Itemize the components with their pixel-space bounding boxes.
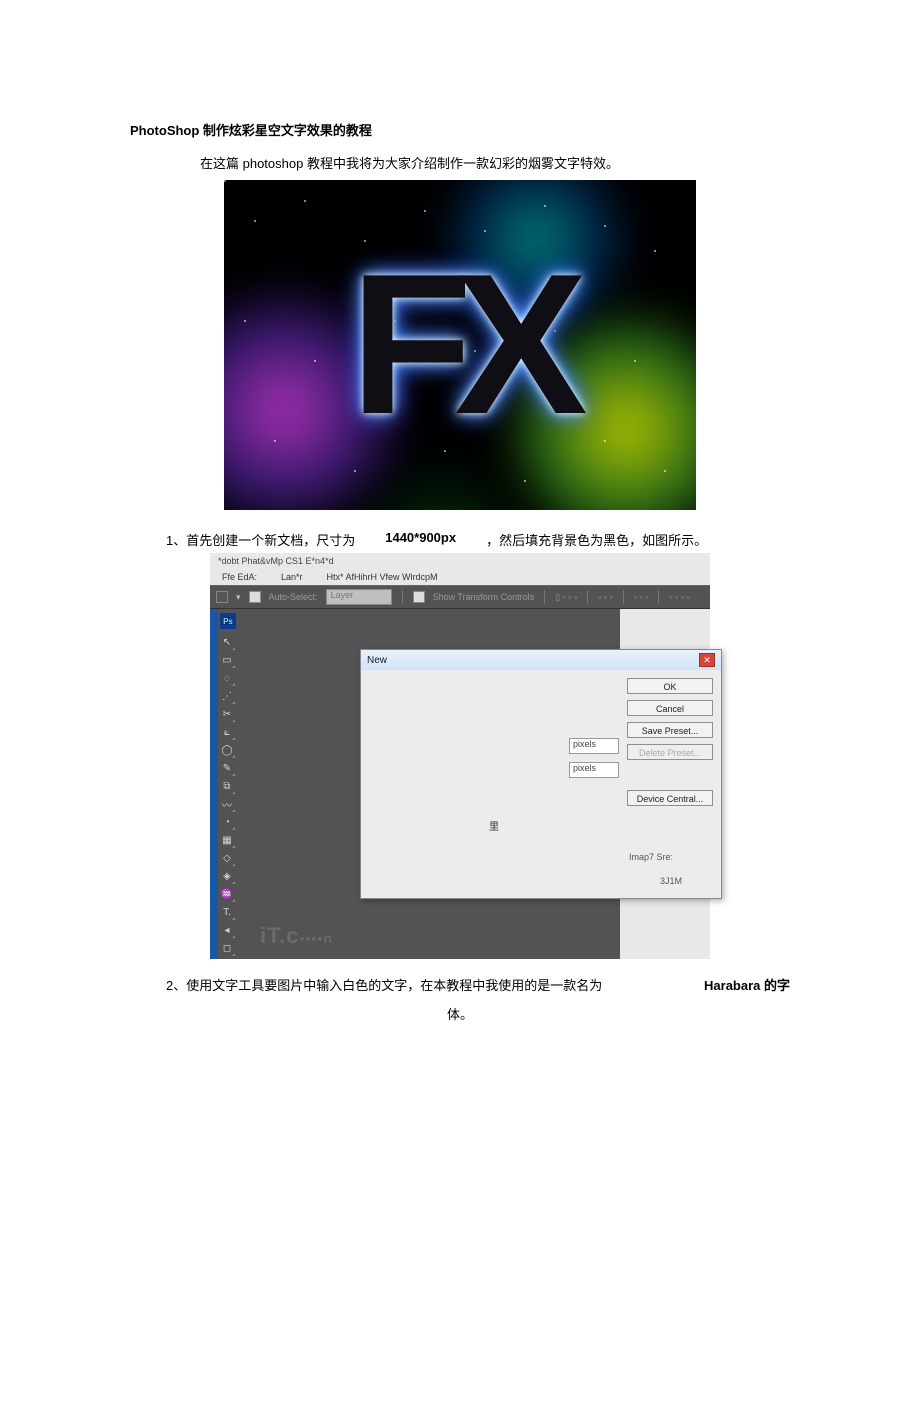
hero-result-image: FX — [224, 180, 696, 510]
align-cluster-1[interactable]: ▯ ▫ ▫ ▫ — [555, 592, 577, 603]
tool-eyedropper-icon[interactable]: ⟀ — [220, 725, 234, 739]
close-icon[interactable]: ✕ — [699, 653, 715, 667]
ok-button[interactable]: OK — [627, 678, 713, 694]
ps-options-bar: ▾ Auto-Select: Layer Show Transform Cont… — [210, 585, 710, 609]
new-dialog: New ✕ pixels pixels 里 — [360, 649, 722, 899]
tool-crop-icon[interactable]: ✂ — [220, 707, 234, 721]
tool-heal-icon[interactable]: ◯ — [220, 743, 234, 757]
hero-fx-text: FX — [224, 180, 696, 510]
ps-canvas: iT.c▪▪▪▪n New ✕ pixels pi — [240, 609, 620, 959]
tool-wand-icon[interactable]: ⋰ — [220, 689, 234, 703]
save-preset-button[interactable]: Save Preset... — [627, 722, 713, 738]
tool-marquee-icon[interactable]: ▭ — [220, 653, 234, 667]
step-2: 2、使用文字工具要图片中输入白色的文字，在本教程中我使用的是一款名为 Harab… — [166, 975, 790, 994]
tool-blur-icon[interactable]: ◇ — [220, 851, 234, 865]
align-cluster-2[interactable]: ▫ ▫ ▫ — [598, 592, 613, 602]
opt-sep-3 — [587, 590, 588, 604]
width-row: pixels — [369, 738, 619, 754]
opt-sep-2 — [544, 590, 545, 604]
step-1-size: 1440*900px — [385, 530, 456, 549]
autoselect-checkbox[interactable] — [249, 591, 261, 603]
tool-history-icon[interactable]: 〰 — [220, 797, 234, 811]
article-intro: 在这篇 photoshop 教程中我将为大家介绍制作一款幻彩的烟雾文字特效。 — [200, 153, 790, 172]
ps-body: Ps ↖ ▭ ◌ ⋰ ✂ ⟀ ◯ ✎ ⧉ 〰 ◔ ▦ ◇ ◈ ♒ T. ◂ ◻ — [210, 609, 710, 959]
step-1: 1、首先创建一个新文档，尺寸为 1440*900px ，然后填充背景色为黑色，如图… — [166, 530, 790, 549]
autoselect-label: Auto-Select: — [269, 592, 318, 602]
height-unit-dropdown[interactable]: pixels — [569, 762, 619, 778]
step-2-suffix: 体。 — [130, 1004, 790, 1023]
tool-type-icon[interactable]: T. — [220, 905, 234, 919]
dialog-imagesize-label: Imap7 Sre: — [627, 846, 713, 864]
showtransform-label: Show Transform Controls — [433, 592, 535, 602]
delete-preset-button: Delete Preset... — [627, 744, 713, 760]
ps-logo-icon: Ps — [220, 613, 236, 629]
menu-file[interactable]: Ffe EdA: — [222, 572, 257, 582]
document-page: PhotoShop 制作炫彩星空文字效果的教程 在这篇 photoshop 教程… — [0, 0, 920, 1423]
tool-brush-icon[interactable]: ✎ — [220, 761, 234, 775]
tool-stamp-icon[interactable]: ⧉ — [220, 779, 234, 793]
tool-shape-icon[interactable]: ◻ — [220, 941, 234, 955]
dialog-titlebar[interactable]: New ✕ — [361, 650, 721, 670]
step-2-fontname: Harabara 的字 — [704, 975, 790, 994]
autoselect-dropdown[interactable]: Layer — [326, 589, 392, 605]
dialog-buttons: OK Cancel Save Preset... Delete Preset..… — [627, 678, 713, 888]
move-tool-icon[interactable] — [216, 591, 228, 603]
height-row: pixels — [369, 762, 619, 778]
tool-eraser-icon[interactable]: ◔ — [220, 815, 234, 829]
tool-gradient-icon[interactable]: ▦ — [220, 833, 234, 847]
dialog-imagesize-value: 3J1M — [627, 870, 713, 888]
tool-dodge-icon[interactable]: ◈ — [220, 869, 234, 883]
ps-toolbar: Ps ↖ ▭ ◌ ⋰ ✂ ⟀ ◯ ✎ ⧉ 〰 ◔ ▦ ◇ ◈ ♒ T. ◂ ◻ — [218, 609, 240, 959]
opt-sep-4 — [623, 590, 624, 604]
watermark-main: iT.c — [260, 923, 299, 948]
dialog-note: 里 — [369, 818, 619, 833]
ps-title-text: *dobt Phat&vMp CS1 E*n4*d — [218, 556, 334, 566]
step-1-suffix: ，然后填充背景色为黑色，如图所示。 — [486, 530, 707, 549]
watermark: iT.c▪▪▪▪n — [260, 923, 333, 949]
opt-sep-5 — [658, 590, 659, 604]
dialog-fields: pixels pixels 里 — [369, 678, 619, 888]
ps-menubar: Ffe EdA: Lan*r Htx* AfHihrH Vfew WlrdcpM — [210, 569, 710, 585]
align-cluster-4[interactable]: ▫ ▫ ▫ ▫ — [669, 592, 689, 602]
showtransform-checkbox[interactable] — [413, 591, 425, 603]
ps-titlebar: *dobt Phat&vMp CS1 E*n4*d — [210, 553, 710, 569]
watermark-sub: n — [323, 930, 333, 946]
tool-path-icon[interactable]: ◂ — [220, 923, 234, 937]
align-cluster-3[interactable]: ▫ ▫ ▫ — [634, 592, 649, 602]
step-2-prefix: 2、使用文字工具要图片中输入白色的文字，在本教程中我使用的是一款名为 — [166, 975, 602, 994]
step-1-prefix: 1、首先创建一个新文档，尺寸为 — [166, 530, 355, 549]
menu-layer[interactable]: Lan*r — [281, 572, 303, 582]
menu-rest[interactable]: Htx* AfHihrH Vfew WlrdcpM — [327, 572, 438, 582]
tool-move-icon[interactable]: ↖ — [220, 635, 234, 649]
opt-sep-1 — [402, 590, 403, 604]
device-central-button[interactable]: Device Central... — [627, 790, 713, 806]
dialog-title-text: New — [367, 655, 387, 666]
width-unit-dropdown[interactable]: pixels — [569, 738, 619, 754]
dialog-body: pixels pixels 里 OK Cancel Save Preset... — [361, 670, 721, 898]
article-title: PhotoShop 制作炫彩星空文字效果的教程 — [130, 120, 790, 139]
tool-pen-icon[interactable]: ♒ — [220, 887, 234, 901]
ps-left-accent — [210, 609, 218, 959]
photoshop-screenshot: *dobt Phat&vMp CS1 E*n4*d Ffe EdA: Lan*r… — [210, 553, 710, 959]
tool-lasso-icon[interactable]: ◌ — [220, 671, 234, 685]
cancel-button[interactable]: Cancel — [627, 700, 713, 716]
